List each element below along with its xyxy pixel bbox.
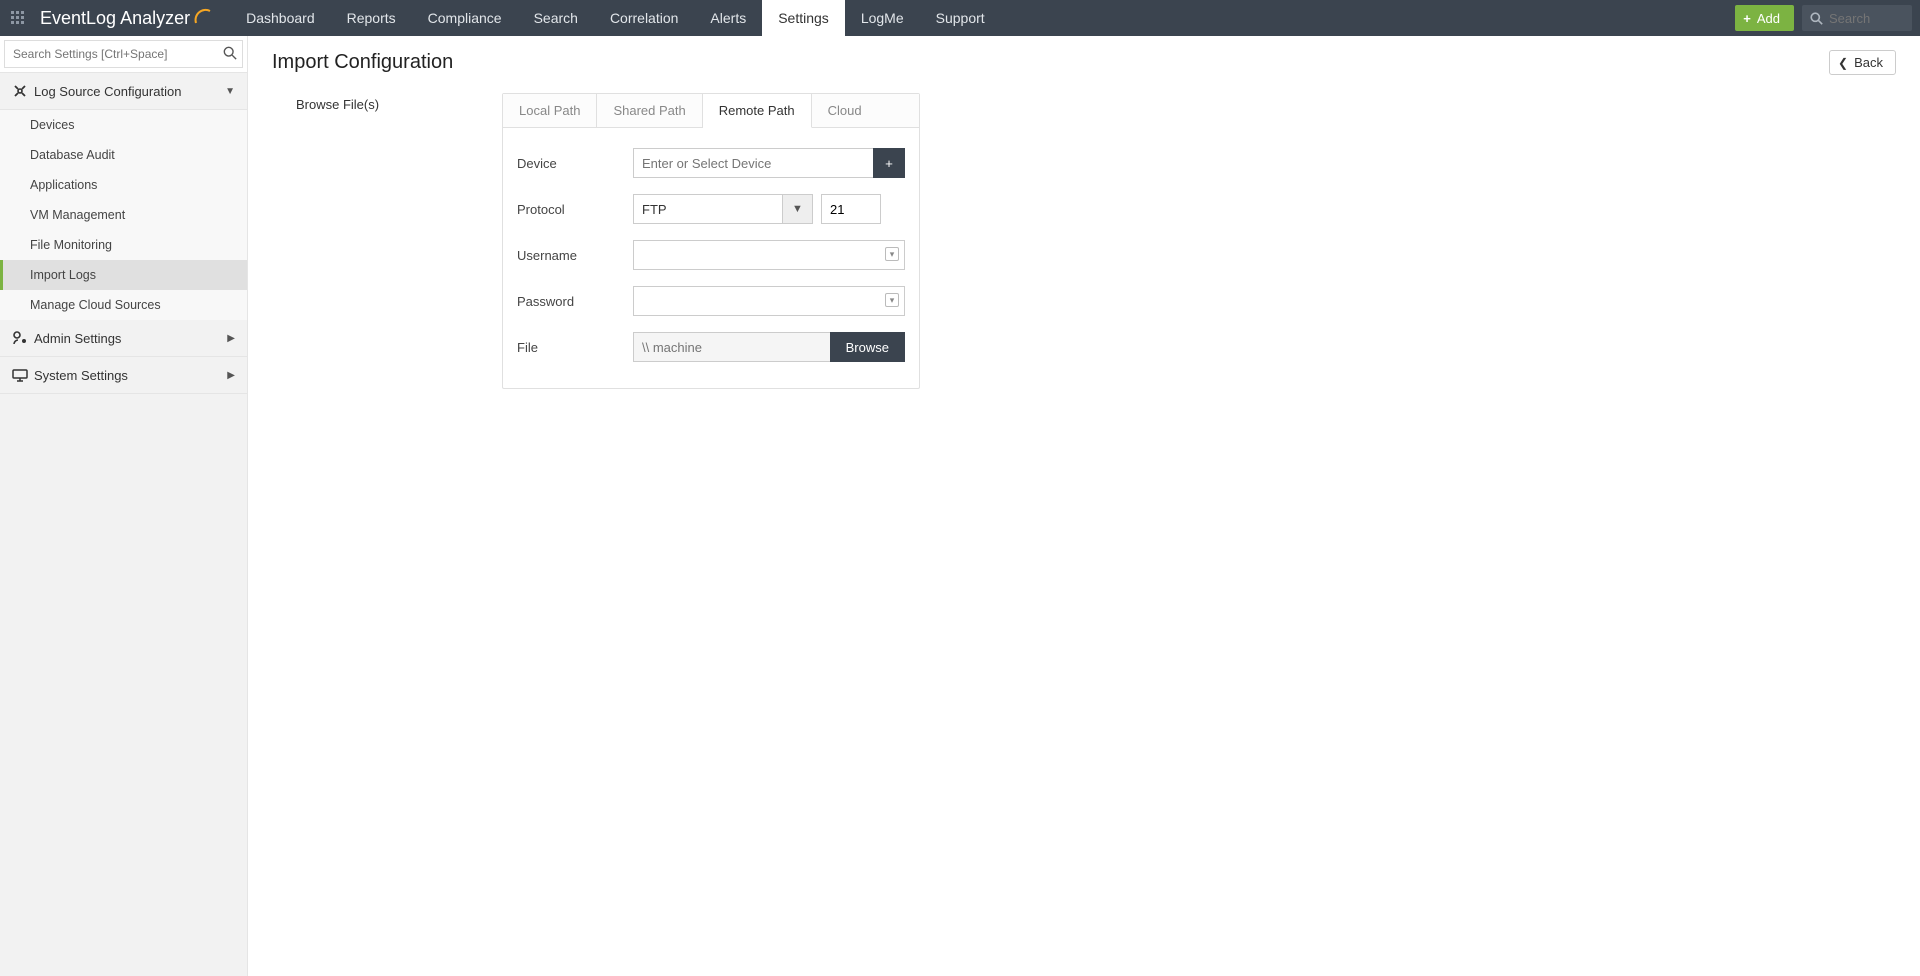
product-logo: EventLog Analyzer (36, 0, 230, 36)
protocol-label: Protocol (517, 202, 633, 217)
chevron-right-icon: ▶ (227, 370, 235, 381)
search-icon[interactable] (223, 46, 237, 63)
section-icon (12, 83, 34, 99)
apps-grid-icon[interactable] (0, 0, 36, 36)
nav-settings[interactable]: Settings (762, 0, 845, 36)
nav-compliance[interactable]: Compliance (412, 0, 518, 36)
add-button[interactable]: + Add (1735, 5, 1794, 31)
sidebar-section-system-settings[interactable]: System Settings▶ (0, 357, 247, 394)
top-bar: EventLog Analyzer DashboardReportsCompli… (0, 0, 1920, 36)
back-button-label: Back (1854, 55, 1883, 70)
sidebar-section-admin-settings[interactable]: Admin Settings▶ (0, 320, 247, 357)
chevron-right-icon: ▶ (227, 333, 235, 344)
section-icon (12, 367, 34, 383)
username-input[interactable] (633, 240, 905, 270)
plus-icon: + (1743, 11, 1751, 26)
port-input[interactable] (821, 194, 881, 224)
section-label: Admin Settings (34, 331, 227, 346)
sidebar-item-applications[interactable]: Applications (0, 170, 247, 200)
nav-correlation[interactable]: Correlation (594, 0, 694, 36)
settings-search-input[interactable] (4, 40, 243, 68)
search-icon (1810, 12, 1823, 25)
section-label: Log Source Configuration (34, 84, 225, 99)
browse-button[interactable]: Browse (830, 332, 905, 362)
device-input[interactable] (633, 148, 874, 178)
path-tabs: Local PathShared PathRemote PathCloud (503, 94, 919, 128)
sidebar-item-file-monitoring[interactable]: File Monitoring (0, 230, 247, 260)
plus-icon: + (885, 156, 893, 171)
file-label: File (517, 340, 633, 355)
nav-reports[interactable]: Reports (331, 0, 412, 36)
input-hint-icon[interactable]: ▾ (885, 293, 899, 307)
password-label: Password (517, 294, 633, 309)
nav-alerts[interactable]: Alerts (694, 0, 762, 36)
protocol-value: FTP (634, 195, 782, 223)
main-content: Import Configuration ❮ Back Browse File(… (248, 36, 1920, 976)
step-browse-files[interactable]: Browse File(s) (272, 97, 502, 112)
protocol-select[interactable]: FTP ▼ (633, 194, 813, 224)
sidebar-item-manage-cloud-sources[interactable]: Manage Cloud Sources (0, 290, 247, 320)
sidebar-section-log-source-configuration[interactable]: Log Source Configuration▼ (0, 73, 247, 110)
input-hint-icon[interactable]: ▾ (885, 247, 899, 261)
top-nav: DashboardReportsComplianceSearchCorrelat… (230, 0, 1001, 36)
back-button[interactable]: ❮ Back (1829, 50, 1896, 75)
add-button-label: Add (1757, 11, 1780, 26)
device-label: Device (517, 156, 633, 171)
import-form-card: Local PathShared PathRemote PathCloud De… (502, 93, 920, 389)
sidebar-item-import-logs[interactable]: Import Logs (0, 260, 247, 290)
product-name: EventLog Analyzer (40, 8, 190, 29)
chevron-down-icon: ▼ (225, 86, 235, 97)
global-search-input[interactable] (1829, 11, 1899, 26)
nav-support[interactable]: Support (920, 0, 1001, 36)
logo-arc-icon (194, 7, 212, 30)
add-device-button[interactable]: + (873, 148, 905, 178)
page-title: Import Configuration (272, 51, 453, 74)
tab-shared-path[interactable]: Shared Path (597, 94, 702, 127)
tab-local-path[interactable]: Local Path (503, 94, 597, 127)
tab-remote-path[interactable]: Remote Path (703, 94, 812, 128)
nav-dashboard[interactable]: Dashboard (230, 0, 331, 36)
file-path-input (633, 332, 831, 362)
username-label: Username (517, 248, 633, 263)
sidebar-item-vm-management[interactable]: VM Management (0, 200, 247, 230)
sidebar-accordion: Log Source Configuration▼DevicesDatabase… (0, 73, 247, 394)
section-label: System Settings (34, 368, 227, 383)
tab-cloud[interactable]: Cloud (812, 94, 878, 127)
sidebar-item-devices[interactable]: Devices (0, 110, 247, 140)
sidebar-item-database-audit[interactable]: Database Audit (0, 140, 247, 170)
global-search[interactable] (1802, 5, 1912, 31)
chevron-left-icon: ❮ (1838, 56, 1848, 70)
password-input[interactable] (633, 286, 905, 316)
browse-button-label: Browse (846, 340, 889, 355)
nav-logme[interactable]: LogMe (845, 0, 920, 36)
chevron-down-icon[interactable]: ▼ (782, 195, 812, 223)
section-icon (12, 330, 34, 346)
sidebar: Log Source Configuration▼DevicesDatabase… (0, 36, 248, 976)
nav-search[interactable]: Search (518, 0, 594, 36)
